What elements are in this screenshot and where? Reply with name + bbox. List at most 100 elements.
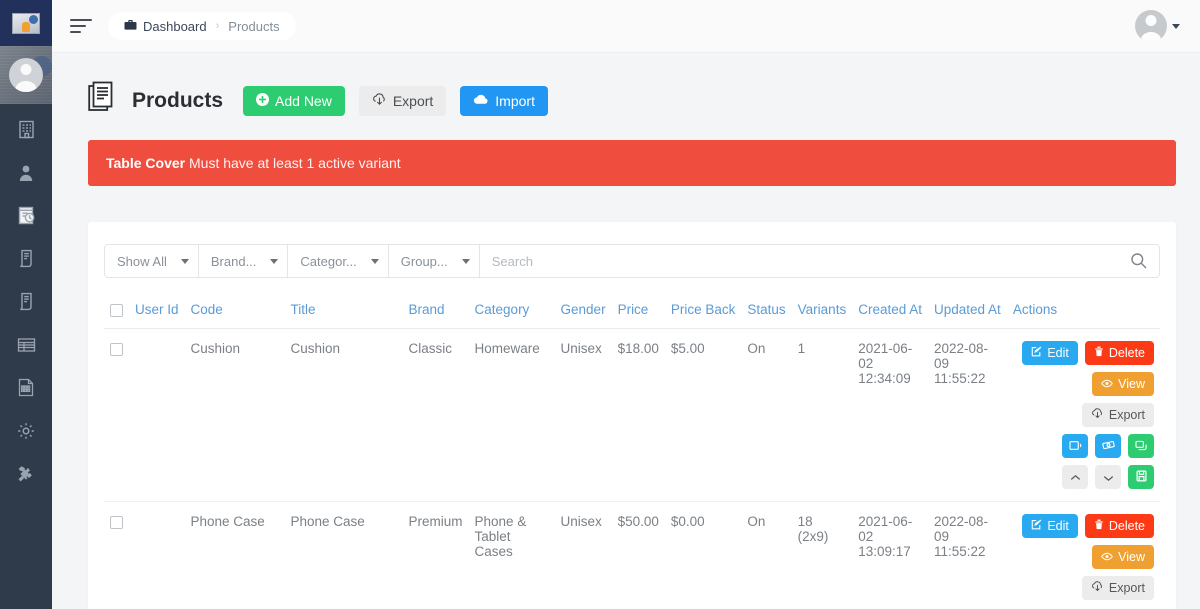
th-title[interactable]: Title xyxy=(284,294,403,329)
products-table: User Id Code Title Brand Category Gender… xyxy=(104,294,1160,609)
sidebar-item-receipts[interactable] xyxy=(0,280,52,323)
tag-icon-button[interactable] xyxy=(1095,434,1121,458)
th-status[interactable]: Status xyxy=(741,294,792,329)
row-checkbox[interactable] xyxy=(110,515,123,529)
action-group: Edit Delete View Export xyxy=(1013,341,1154,489)
duplicate-icon-button[interactable] xyxy=(1062,434,1088,458)
user-avatar-icon xyxy=(1135,10,1167,42)
th-category[interactable]: Category xyxy=(468,294,555,329)
trash-icon xyxy=(1094,346,1104,360)
updated-date: 2022-08-09 xyxy=(934,514,989,544)
sidebar-item-settings[interactable] xyxy=(0,409,52,452)
view-label: View xyxy=(1118,376,1145,391)
th-brand[interactable]: Brand xyxy=(402,294,469,329)
export-button[interactable]: Export xyxy=(358,85,447,116)
caret-down-icon xyxy=(1172,23,1180,29)
filter-group[interactable]: Group... xyxy=(389,245,480,277)
action-row-primary: Edit Delete xyxy=(1022,341,1154,365)
view-button[interactable]: View xyxy=(1092,545,1154,569)
delete-button[interactable]: Delete xyxy=(1084,514,1154,538)
page-title: Products xyxy=(132,88,224,112)
th-price[interactable]: Price xyxy=(611,294,665,329)
alert-message: Must have at least 1 active variant xyxy=(189,155,401,171)
th-code[interactable]: Code xyxy=(184,294,285,329)
cell-gender: Unisex xyxy=(554,501,612,609)
edit-button[interactable]: Edit xyxy=(1022,341,1078,365)
breadcrumb-current[interactable]: Products xyxy=(228,19,279,34)
page-header: Products Add New Export Import xyxy=(52,53,1200,140)
th-variants[interactable]: Variants xyxy=(791,294,853,329)
save-icon xyxy=(1136,470,1147,485)
breadcrumb-dashboard-link[interactable]: Dashboard xyxy=(124,19,207,34)
hamburger-icon[interactable] xyxy=(70,15,92,37)
delete-label: Delete xyxy=(1108,518,1145,533)
sidebar-item-invoices[interactable] xyxy=(0,237,52,280)
briefcase-icon xyxy=(124,19,137,34)
alert-banner: Table Cover Must have at least 1 active … xyxy=(88,140,1176,186)
topbar: Dashboard › Products xyxy=(52,0,1200,53)
sidebar-item-tools[interactable] xyxy=(0,452,52,495)
updated-date: 2022-08-09 xyxy=(934,341,989,371)
add-new-button[interactable]: Add New xyxy=(243,85,345,116)
created-time: 12:34:09 xyxy=(858,371,911,386)
table-row: Cushion Cushion Classic Homeware Unisex … xyxy=(104,328,1160,502)
cell-variants: 18 (2x9) xyxy=(791,501,853,609)
import-button[interactable]: Import xyxy=(460,85,548,116)
th-created-at[interactable]: Created At xyxy=(852,294,928,329)
cell-price-back: $0.00 xyxy=(664,501,742,609)
eye-icon xyxy=(1101,378,1113,391)
add-new-label: Add New xyxy=(275,92,332,109)
duplicate-icon xyxy=(1068,439,1082,454)
row-export-button[interactable]: Export xyxy=(1081,403,1154,427)
sidebar-user-profile[interactable] xyxy=(0,46,52,104)
search-input[interactable] xyxy=(479,245,1119,277)
th-price-back[interactable]: Price Back xyxy=(664,294,742,329)
sidebar-item-company[interactable] xyxy=(0,108,52,151)
move-up-button[interactable] xyxy=(1062,465,1088,489)
created-date: 2021-06-02 xyxy=(858,341,913,371)
move-down-button[interactable] xyxy=(1095,465,1121,489)
sidebar-logo[interactable] xyxy=(0,0,52,46)
sidebar-item-reports[interactable] xyxy=(0,366,52,409)
filter-category[interactable]: Categor... xyxy=(288,245,389,277)
sidebar-item-schedule[interactable] xyxy=(0,194,52,237)
updated-time: 11:55:22 xyxy=(934,371,986,386)
eye-icon xyxy=(1101,551,1113,564)
sidebar xyxy=(0,0,52,609)
cell-price: $50.00 xyxy=(611,501,665,609)
row-export-label: Export xyxy=(1108,580,1145,595)
filter-show-all[interactable]: Show All xyxy=(105,245,199,277)
filter-group-label: Group... xyxy=(400,253,448,269)
sidebar-item-users[interactable] xyxy=(0,151,52,194)
row-export-button[interactable]: Export xyxy=(1081,576,1154,600)
upload-cloud-icon xyxy=(473,94,489,108)
cell-price: $18.00 xyxy=(611,328,665,502)
cell-brand: Premium xyxy=(402,501,469,609)
th-updated-at[interactable]: Updated At xyxy=(928,294,1007,329)
delete-button[interactable]: Delete xyxy=(1084,341,1154,365)
th-gender[interactable]: Gender xyxy=(554,294,612,329)
cell-user-id xyxy=(129,501,185,609)
edit-label: Edit xyxy=(1047,518,1069,533)
export-label: Export xyxy=(392,92,434,109)
edit-button[interactable]: Edit xyxy=(1022,514,1078,538)
user-menu[interactable] xyxy=(1135,10,1180,42)
copy-stack-icon xyxy=(1134,439,1148,454)
row-checkbox[interactable] xyxy=(110,342,123,356)
th-user-id[interactable]: User Id xyxy=(129,294,185,329)
action-row-export: Export xyxy=(1081,576,1154,600)
view-button[interactable]: View xyxy=(1092,372,1154,396)
download-cloud-icon xyxy=(1091,408,1104,422)
copy-stack-icon-button[interactable] xyxy=(1128,434,1154,458)
plus-circle-icon xyxy=(256,93,270,108)
search-icon[interactable] xyxy=(1119,245,1159,277)
cell-title: Cushion xyxy=(284,328,403,502)
save-button[interactable] xyxy=(1128,465,1154,489)
filter-brand[interactable]: Brand... xyxy=(199,245,289,277)
sidebar-item-tables[interactable] xyxy=(0,323,52,366)
select-all-checkbox[interactable] xyxy=(110,303,123,317)
filter-category-label: Categor... xyxy=(300,253,357,269)
action-group: Edit Delete View Export xyxy=(1013,514,1154,600)
cell-price-back: $5.00 xyxy=(664,328,742,502)
sidebar-nav xyxy=(0,104,52,495)
